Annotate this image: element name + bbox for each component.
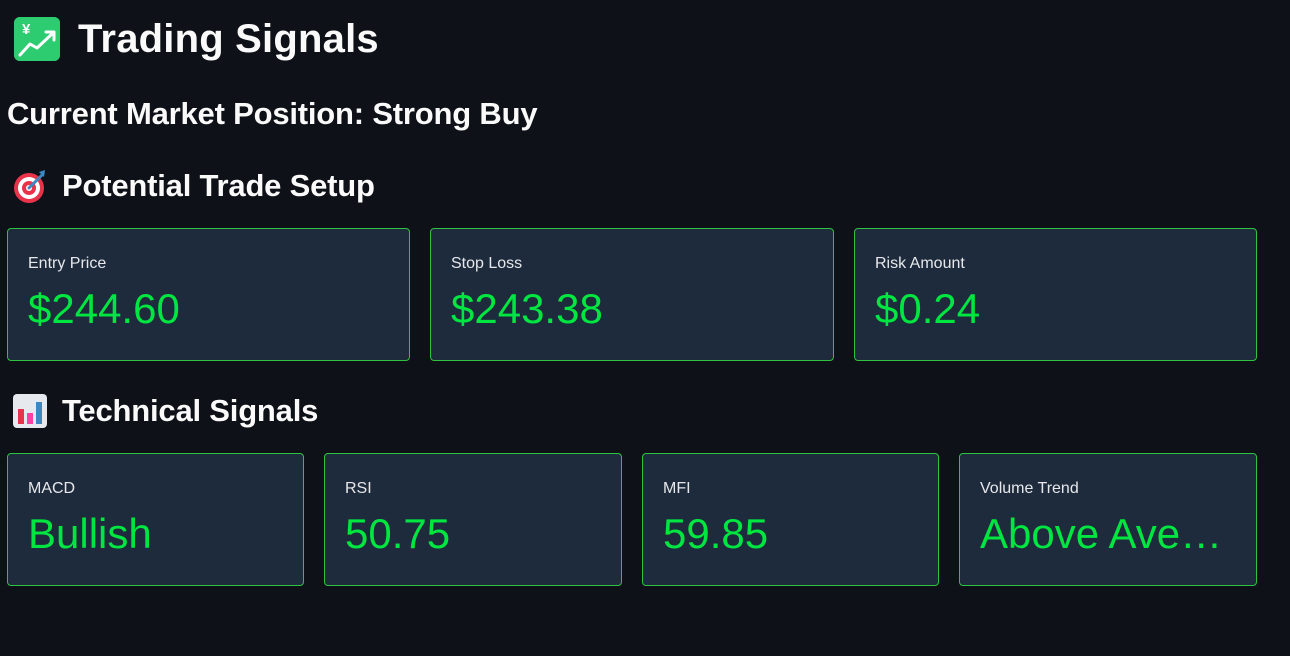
page-title-row: ¥ Trading Signals (14, 16, 379, 62)
metric-value: 59.85 (663, 510, 769, 557)
risk-amount-card: Risk Amount $0.24 (854, 228, 1257, 361)
entry-price-card: Entry Price $244.60 (7, 228, 410, 361)
metric-value: $243.38 (451, 285, 603, 332)
metric-value: 50.75 (345, 510, 451, 557)
bar-chart-icon (12, 393, 48, 429)
trade-setup-heading: Potential Trade Setup (62, 168, 375, 203)
metric-value: Above Average (980, 510, 1236, 557)
metric-label: Volume Trend (980, 480, 1079, 497)
trade-setup-heading-row: Potential Trade Setup (12, 168, 375, 204)
metric-value: $0.24 (875, 285, 981, 332)
rsi-card: RSI 50.75 (324, 453, 622, 586)
trading-signals-page: ¥ Trading Signals Current Market Positio… (0, 0, 1290, 656)
macd-card: MACD Bullish (7, 453, 304, 586)
yen-symbol: ¥ (22, 21, 31, 38)
stop-loss-card: Stop Loss $243.38 (430, 228, 834, 361)
volume-trend-card: Volume Trend Above Average (959, 453, 1257, 586)
mfi-card: MFI 59.85 (642, 453, 939, 586)
chart-increasing-icon: ¥ (14, 17, 60, 61)
metric-label: MACD (28, 480, 76, 497)
metric-value: Bullish (28, 510, 152, 557)
metric-label: Entry Price (28, 255, 107, 272)
technical-signals-heading: Technical Signals (62, 393, 319, 428)
page-title: Trading Signals (78, 16, 379, 61)
technical-signals-heading-row: Technical Signals (12, 393, 318, 429)
metric-value: $244.60 (28, 285, 180, 332)
metric-label: Stop Loss (451, 255, 523, 272)
metric-label: Risk Amount (875, 255, 965, 272)
metric-label: MFI (663, 480, 691, 497)
metric-label: RSI (345, 480, 372, 497)
direct-hit-icon (12, 168, 48, 204)
market-position-text: Current Market Position: Strong Buy (7, 96, 538, 131)
